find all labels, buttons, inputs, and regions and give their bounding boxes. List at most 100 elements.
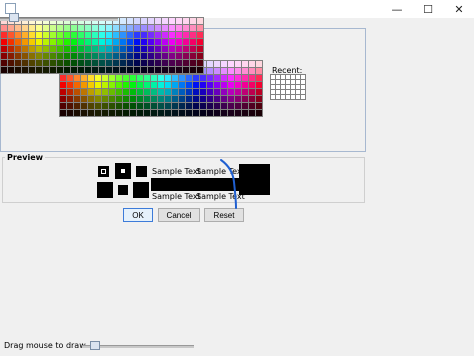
color-swatch[interactable] <box>29 32 35 38</box>
color-swatch[interactable] <box>190 39 196 45</box>
color-swatch[interactable] <box>162 46 168 52</box>
color-swatch[interactable] <box>176 25 182 31</box>
color-swatch[interactable] <box>165 82 171 88</box>
color-swatch[interactable] <box>179 110 185 116</box>
color-swatch[interactable] <box>43 39 49 45</box>
color-swatch[interactable] <box>207 75 213 81</box>
color-swatch[interactable] <box>85 39 91 45</box>
color-swatch[interactable] <box>106 60 112 66</box>
color-swatch[interactable] <box>221 75 227 81</box>
color-swatch[interactable] <box>123 103 129 109</box>
color-swatch[interactable] <box>148 67 154 73</box>
recent-swatch[interactable] <box>276 75 280 79</box>
color-swatch[interactable] <box>78 25 84 31</box>
color-swatch[interactable] <box>29 25 35 31</box>
color-swatch[interactable] <box>207 68 213 74</box>
color-swatch[interactable] <box>64 25 70 31</box>
color-swatch[interactable] <box>74 96 80 102</box>
color-swatch[interactable] <box>183 39 189 45</box>
color-swatch[interactable] <box>235 103 241 109</box>
color-swatch[interactable] <box>197 39 203 45</box>
color-swatch[interactable] <box>141 18 147 24</box>
color-swatch[interactable] <box>50 60 56 66</box>
color-swatch[interactable] <box>249 103 255 109</box>
color-swatch[interactable] <box>137 96 143 102</box>
color-swatch[interactable] <box>197 18 203 24</box>
color-swatch[interactable] <box>15 32 21 38</box>
color-swatch[interactable] <box>116 96 122 102</box>
color-swatch[interactable] <box>92 25 98 31</box>
color-swatch[interactable] <box>256 110 262 116</box>
color-swatch[interactable] <box>102 110 108 116</box>
color-swatch[interactable] <box>127 46 133 52</box>
color-swatch[interactable] <box>148 32 154 38</box>
color-swatch[interactable] <box>169 67 175 73</box>
color-swatch[interactable] <box>169 60 175 66</box>
color-swatch[interactable] <box>144 103 150 109</box>
top-slider[interactable] <box>0 13 118 23</box>
color-swatch[interactable] <box>151 89 157 95</box>
color-swatch[interactable] <box>214 110 220 116</box>
recent-swatch[interactable] <box>271 95 275 99</box>
color-swatch[interactable] <box>176 39 182 45</box>
color-swatch[interactable] <box>172 103 178 109</box>
color-swatch[interactable] <box>8 46 14 52</box>
color-swatch[interactable] <box>74 75 80 81</box>
color-swatch[interactable] <box>22 25 28 31</box>
color-swatch[interactable] <box>106 67 112 73</box>
color-swatch[interactable] <box>88 75 94 81</box>
color-swatch[interactable] <box>60 110 66 116</box>
recent-swatch[interactable] <box>276 95 280 99</box>
color-swatch[interactable] <box>141 67 147 73</box>
color-swatch[interactable] <box>256 103 262 109</box>
recent-swatch[interactable] <box>276 90 280 94</box>
color-swatch[interactable] <box>249 61 255 67</box>
color-swatch[interactable] <box>221 96 227 102</box>
color-swatch[interactable] <box>197 60 203 66</box>
color-swatch[interactable] <box>242 89 248 95</box>
color-swatch[interactable] <box>190 25 196 31</box>
color-swatch[interactable] <box>183 67 189 73</box>
color-swatch[interactable] <box>134 18 140 24</box>
color-swatch[interactable] <box>200 110 206 116</box>
color-swatch[interactable] <box>158 75 164 81</box>
color-swatch[interactable] <box>162 18 168 24</box>
color-swatch[interactable] <box>200 103 206 109</box>
color-swatch[interactable] <box>64 67 70 73</box>
color-swatch[interactable] <box>141 39 147 45</box>
color-swatch[interactable] <box>127 60 133 66</box>
color-swatch[interactable] <box>95 89 101 95</box>
color-swatch[interactable] <box>50 53 56 59</box>
color-swatch[interactable] <box>60 75 66 81</box>
color-swatch[interactable] <box>186 75 192 81</box>
color-swatch[interactable] <box>78 46 84 52</box>
color-swatch[interactable] <box>43 46 49 52</box>
color-swatch[interactable] <box>85 25 91 31</box>
color-swatch[interactable] <box>169 39 175 45</box>
color-swatch[interactable] <box>179 103 185 109</box>
color-swatch[interactable] <box>221 82 227 88</box>
color-swatch[interactable] <box>207 82 213 88</box>
color-swatch[interactable] <box>249 110 255 116</box>
color-swatch[interactable] <box>102 82 108 88</box>
recent-swatch[interactable] <box>291 75 295 79</box>
color-swatch[interactable] <box>235 110 241 116</box>
color-swatch[interactable] <box>29 46 35 52</box>
color-swatch[interactable] <box>214 61 220 67</box>
recent-swatch[interactable] <box>286 95 290 99</box>
color-swatch[interactable] <box>172 82 178 88</box>
color-swatch[interactable] <box>123 75 129 81</box>
color-swatch[interactable] <box>134 67 140 73</box>
recent-swatch[interactable] <box>301 85 305 89</box>
recent-swatch[interactable] <box>281 95 285 99</box>
color-swatch[interactable] <box>190 46 196 52</box>
color-swatch[interactable] <box>50 46 56 52</box>
color-swatch[interactable] <box>242 103 248 109</box>
color-swatch[interactable] <box>130 75 136 81</box>
color-swatch[interactable] <box>200 75 206 81</box>
recent-swatch[interactable] <box>271 80 275 84</box>
color-swatch[interactable] <box>200 89 206 95</box>
color-swatch[interactable] <box>134 53 140 59</box>
color-swatch[interactable] <box>60 89 66 95</box>
recent-swatch[interactable] <box>291 80 295 84</box>
